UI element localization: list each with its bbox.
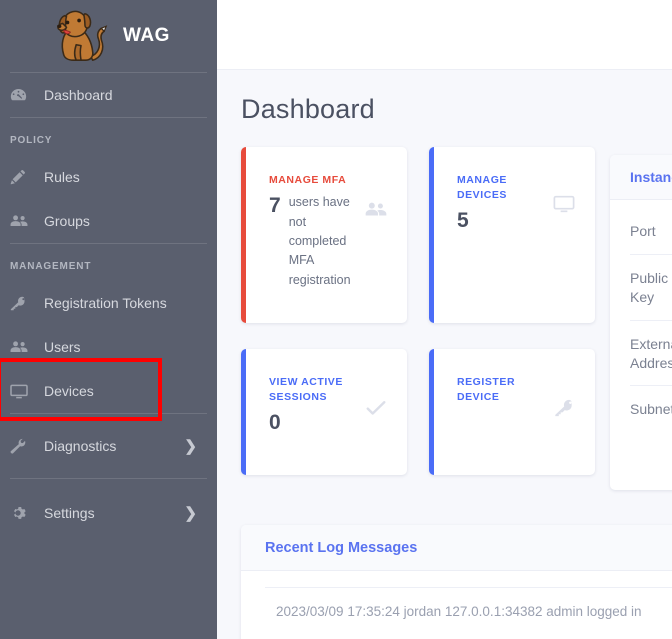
sidebar-item-devices[interactable]: Devices — [0, 369, 217, 413]
pencil-icon — [10, 168, 32, 186]
card-description: users have not completed MFA registratio… — [288, 195, 351, 287]
sidebar-item-dashboard[interactable]: Dashboard — [0, 73, 217, 117]
recent-log-messages-panel: Recent Log Messages 2023/03/09 17:35:24 … — [241, 525, 672, 639]
chevron-right-icon: ❯ — [184, 505, 197, 522]
sidebar-item-label: Registration Tokens — [44, 295, 167, 311]
card-register-device[interactable]: REGISTER DEVICE — [429, 349, 595, 475]
brand-logo-area[interactable]: WAG — [0, 0, 217, 72]
sidebar-item-label: Users — [44, 339, 81, 355]
sidebar-item-groups[interactable]: Groups — [0, 199, 217, 243]
sidebar-item-label: Dashboard — [44, 87, 113, 103]
card-view-active-sessions[interactable]: VIEW ACTIVE SESSIONS 0 — [241, 349, 407, 475]
monitor-icon — [10, 382, 32, 400]
instance-detail-row: Port — [630, 223, 656, 239]
divider — [10, 478, 207, 479]
sidebar-section-management: MANAGEMENT — [10, 261, 92, 272]
stat-card-row-1: MANAGE MFA 7 users have not completed MF… — [241, 147, 672, 323]
instance-detail-row: External Address — [630, 319, 672, 386]
users-group-icon — [365, 201, 387, 218]
instance-details-rows: Port Public Key External Address Subnet — [610, 200, 672, 432]
sidebar-item-label: Rules — [44, 169, 80, 185]
card-title: REGISTER DEVICE — [457, 376, 516, 404]
sidebar-item-diagnostics[interactable]: Diagnostics ❯ — [0, 424, 217, 468]
card-manage-devices[interactable]: MANAGE DEVICES 5 — [429, 147, 595, 323]
instance-details-title: Instance Details — [610, 155, 672, 200]
dashboard-gauge-icon — [10, 86, 32, 104]
users-group-icon — [10, 338, 32, 356]
log-entry: 2023/03/09 17:35:24 jordan 127.0.0.1:343… — [265, 587, 672, 619]
instance-detail-row: Public Key — [630, 253, 672, 320]
log-list: 2023/03/09 17:35:24 jordan 127.0.0.1:343… — [241, 571, 672, 619]
check-icon — [365, 399, 387, 417]
sidebar-item-registration-tokens[interactable]: Registration Tokens — [0, 281, 217, 325]
dashboard-content: Dashboard MANAGE MFA 7 users have not co… — [217, 70, 672, 475]
sidebar-item-rules[interactable]: Rules — [0, 155, 217, 199]
main-content: Dashboard MANAGE MFA 7 users have not co… — [217, 0, 672, 639]
chevron-right-icon: ❯ — [184, 438, 197, 455]
card-title: MANAGE MFA — [269, 174, 347, 186]
users-group-icon — [10, 212, 32, 230]
instance-detail-row: Subnet — [630, 385, 672, 432]
sidebar-item-label: Settings — [44, 505, 95, 521]
card-title: MANAGE DEVICES — [457, 174, 507, 202]
divider — [10, 413, 207, 414]
instance-details-panel: Instance Details Port Public Key Externa… — [610, 155, 672, 490]
sidebar-item-settings[interactable]: Settings ❯ — [0, 491, 217, 535]
card-number: 7 — [269, 194, 281, 218]
dog-logo-icon — [57, 10, 108, 61]
top-header-bar — [217, 0, 672, 70]
sidebar-item-label: Diagnostics — [44, 438, 117, 454]
card-number: 0 — [269, 411, 281, 435]
key-icon — [554, 399, 575, 417]
sidebar: WAG Dashboard POLICY Rules Groups MANAGE… — [0, 0, 217, 639]
gear-icon — [10, 504, 32, 522]
wag-dashboard-app: WAG Dashboard POLICY Rules Groups MANAGE… — [0, 0, 672, 639]
wrench-icon — [10, 437, 32, 455]
key-icon — [10, 294, 32, 312]
monitor-icon — [553, 195, 575, 213]
card-manage-mfa[interactable]: MANAGE MFA 7 users have not completed MF… — [241, 147, 407, 323]
sidebar-item-label: Groups — [44, 213, 90, 229]
sidebar-section-policy: POLICY — [10, 135, 53, 146]
card-number: 5 — [457, 209, 469, 233]
brand-name: WAG — [123, 25, 170, 46]
stat-card-row-2: VIEW ACTIVE SESSIONS 0 REGISTER DEVICE — [241, 349, 672, 475]
card-title: VIEW ACTIVE SESSIONS — [269, 376, 343, 404]
recent-log-messages-title: Recent Log Messages — [241, 525, 672, 571]
page-title: Dashboard — [241, 94, 375, 124]
sidebar-item-label: Devices — [44, 383, 94, 399]
sidebar-item-users[interactable]: Users — [0, 325, 217, 369]
